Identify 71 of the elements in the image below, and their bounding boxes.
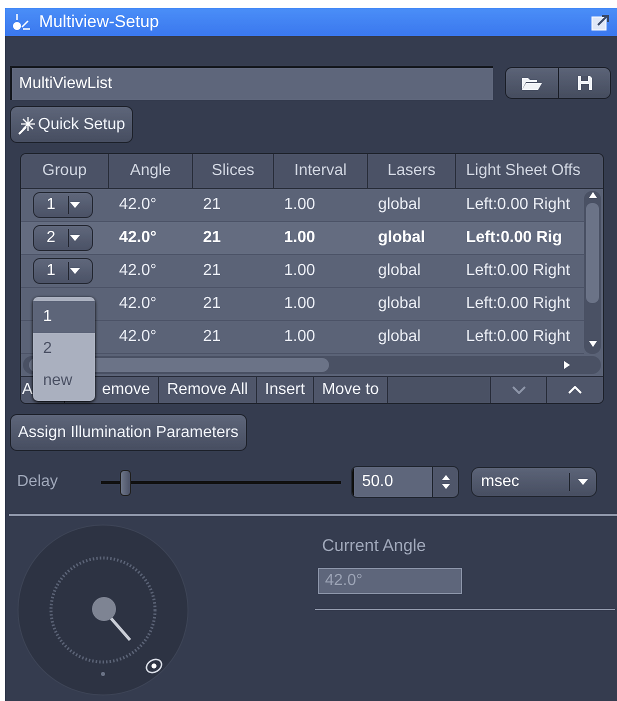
table-row[interactable]: 1 42.0° 21 1.00 global Left:0.00 Right <box>21 255 584 288</box>
list-name-field[interactable]: MultiViewList <box>10 66 493 100</box>
column-header[interactable]: Light Sheet Offs <box>456 154 587 188</box>
scroll-up-icon <box>588 191 596 199</box>
table-row[interactable]: 2 42.0° 21 1.00 global Left:0.00 Rig <box>21 222 584 255</box>
table-cell: global <box>378 295 421 313</box>
table-cell: 21 <box>203 295 221 313</box>
table-cell: 21 <box>203 229 221 247</box>
table-cell: global <box>378 328 421 346</box>
dropdown-arrow-icon <box>69 201 81 209</box>
undock-icon[interactable] <box>591 13 611 31</box>
toolbar-button[interactable]: Insert <box>256 377 314 403</box>
table-cell: Left:0.00 Rig <box>466 229 562 247</box>
column-header[interactable]: Lasers <box>368 154 456 188</box>
group-combo[interactable]: 1 <box>33 192 93 218</box>
dropdown-arrow-icon <box>69 267 81 275</box>
group-combo[interactable]: 2 <box>33 225 93 251</box>
assign-illumination-button[interactable]: Assign Illumination Parameters <box>10 414 247 451</box>
column-header[interactable]: Interval <box>274 154 368 188</box>
unit-dropdown[interactable]: msec <box>471 467 597 497</box>
spin-button[interactable] <box>432 467 458 497</box>
chevron-up-icon <box>568 386 582 394</box>
table-cell: 21 <box>203 328 221 346</box>
table-cell: 42.0° <box>119 196 157 214</box>
column-header[interactable]: Group <box>21 154 109 188</box>
table-cell: Left:0.00 Right <box>466 295 570 313</box>
vertical-scrollbar[interactable] <box>584 191 601 354</box>
open-folder-button[interactable] <box>506 68 558 98</box>
table-cell: 42.0° <box>119 328 157 346</box>
table-cell: Left:0.00 Right <box>466 262 570 280</box>
dropdown-option[interactable]: 1 <box>33 301 95 333</box>
table-cell: 42.0° <box>119 295 157 313</box>
column-header[interactable]: Slices <box>193 154 274 188</box>
table-cell: 42.0° <box>119 262 157 280</box>
table-cell: Left:0.00 Right <box>466 328 570 346</box>
table-cell: global <box>378 262 421 280</box>
table-cell: 1.00 <box>284 295 316 313</box>
quick-setup-button[interactable]: Quick Setup <box>10 106 134 143</box>
chevron-down-icon <box>512 386 526 394</box>
scroll-down-icon <box>588 340 596 348</box>
table-cell: 21 <box>203 196 221 214</box>
sparkle-icon <box>18 114 36 134</box>
up-down-arrows-icon <box>442 474 450 490</box>
table-cell: 1.00 <box>284 328 316 346</box>
table-cell: 21 <box>203 262 221 280</box>
table-cell: Left:0.00 Right <box>466 196 570 214</box>
current-angle-label: Current Angle <box>322 536 427 556</box>
dropdown-arrow-icon <box>69 234 81 242</box>
table-row[interactable]: 1 42.0° 21 1.00 global Left:0.00 Right <box>21 189 584 222</box>
toolbar-button[interactable]: Move to <box>314 377 388 403</box>
folder-icon <box>521 75 543 91</box>
table-cell: 1.00 <box>284 262 316 280</box>
table-cell: 42.0° <box>119 229 157 247</box>
column-header[interactable]: Angle <box>109 154 193 188</box>
table-cell: 1.00 <box>284 229 316 247</box>
table-cell: global <box>378 196 421 214</box>
save-button[interactable] <box>558 68 610 98</box>
toolbar-button[interactable]: Remove All <box>159 377 257 403</box>
window-title: Multiview-Setup <box>39 12 160 32</box>
move-up-button[interactable] <box>547 377 603 403</box>
delay-label: Delay <box>17 473 59 491</box>
angle-dial-drawing[interactable] <box>17 524 189 696</box>
table-cell: 1.00 <box>284 196 316 214</box>
scroll-right-icon <box>563 361 571 369</box>
app-icon <box>11 12 33 32</box>
delay-value-field[interactable]: 50.0 <box>352 467 432 497</box>
delay-slider-track[interactable] <box>101 469 341 495</box>
group-combo[interactable]: 1 <box>33 258 93 284</box>
dropdown-arrow-icon <box>577 478 589 486</box>
table-cell: global <box>378 229 426 247</box>
slider-thumb[interactable] <box>120 470 131 496</box>
